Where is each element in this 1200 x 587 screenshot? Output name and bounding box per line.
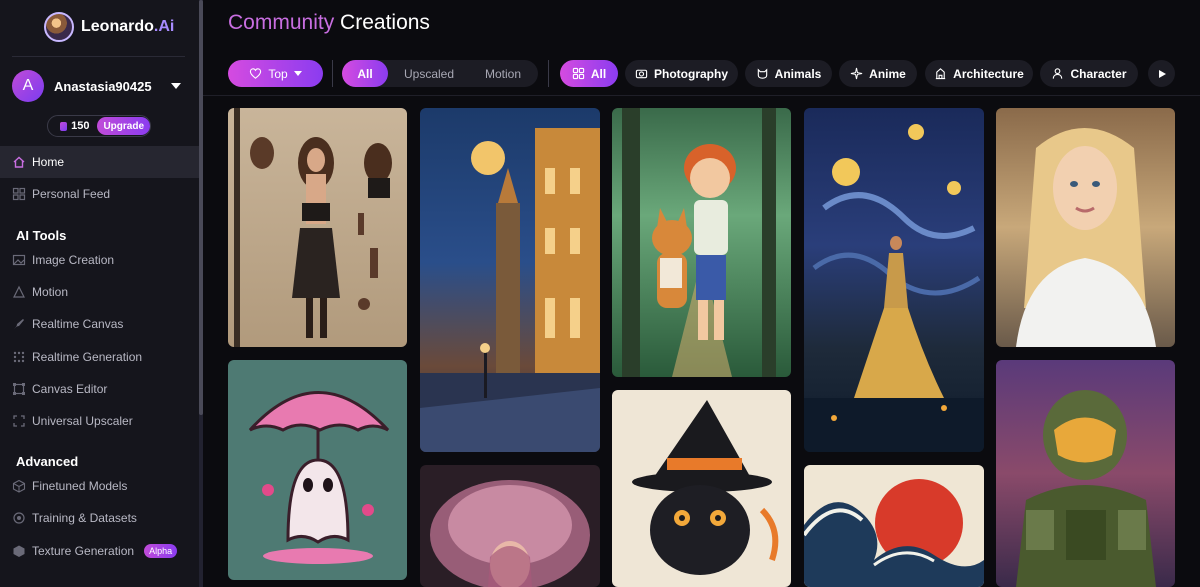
image-blonde-portrait (1016, 128, 1156, 347)
image-character-sheet (234, 108, 392, 347)
image-card[interactable] (612, 390, 791, 587)
type-filter-motion[interactable]: Motion (485, 60, 521, 87)
image-card[interactable] (612, 108, 791, 377)
sidebar-item-label: Motion (32, 285, 69, 299)
category-label: Anime (869, 66, 906, 81)
category-photography[interactable]: Photography (625, 60, 738, 87)
sidebar-item-label: Finetuned Models (32, 479, 128, 493)
upscale-icon (12, 414, 26, 428)
sidebar-item-label: Image Creation (32, 253, 115, 267)
image-witch-cat (632, 400, 779, 575)
user-name: Anastasia90425 (54, 78, 152, 94)
canvas-icon (12, 382, 26, 396)
category-label: Architecture (953, 66, 1024, 81)
sidebar-item-training-datasets[interactable]: Training & Datasets (0, 502, 199, 534)
heart-icon (250, 68, 262, 79)
sidebar-item-motion[interactable]: Motion (0, 276, 199, 308)
image-jellyfish-woman (430, 480, 590, 587)
cube-icon (12, 479, 26, 493)
grid-icon (12, 187, 26, 201)
category-character[interactable]: Character (1040, 60, 1138, 87)
section-title-ai-tools: AI Tools (16, 228, 67, 243)
sidebar-item-finetuned-models[interactable]: Finetuned Models (0, 470, 199, 502)
sidebar-item-canvas-editor[interactable]: Canvas Editor (0, 373, 199, 405)
token-icon (60, 121, 68, 131)
brand-name: Leonardo.Ai (81, 18, 175, 35)
divider (548, 60, 549, 87)
image-dancing-woman (804, 124, 984, 452)
sidebar-item-realtime-generation[interactable]: Realtime Generation (0, 341, 199, 373)
chevron-down-icon[interactable] (171, 83, 181, 89)
sort-dropdown[interactable]: Top (228, 60, 323, 87)
sidebar-item-image-creation[interactable]: Image Creation (0, 244, 199, 276)
avatar: A (12, 70, 44, 102)
image-pink-ghost (248, 391, 390, 564)
category-label: Character (1070, 66, 1127, 81)
category-label: Photography (654, 66, 728, 81)
image-starry-city (420, 128, 600, 452)
sidebar-item-label: Realtime Canvas (32, 317, 124, 331)
sidebar-item-home[interactable]: Home (0, 146, 199, 178)
sidebar-item-label: Home (32, 155, 65, 169)
logo-icon (44, 12, 74, 42)
image-card[interactable] (804, 108, 984, 452)
divider (12, 56, 185, 57)
dots-grid-icon (12, 350, 26, 364)
texture-icon (12, 544, 26, 558)
image-card[interactable] (996, 108, 1175, 347)
dataset-icon (12, 511, 26, 525)
play-icon (1158, 69, 1166, 78)
image-armored-soldier (1016, 390, 1156, 587)
sidebar-item-texture-generation[interactable]: Texture Generation Alpha (0, 535, 199, 567)
section-title-advanced: Advanced (16, 454, 79, 469)
sidebar-item-label: Training & Datasets (32, 511, 137, 525)
image-card[interactable] (420, 108, 600, 452)
image-icon (12, 253, 26, 267)
image-card[interactable] (996, 360, 1175, 587)
image-card[interactable] (228, 108, 407, 347)
sidebar-item-label: Texture Generation (32, 544, 135, 558)
type-filter-all[interactable]: All (342, 60, 388, 87)
category-anime[interactable]: Anime (839, 60, 917, 87)
type-filter-upscaled[interactable]: Upscaled (404, 60, 454, 87)
type-filter-label: All (357, 66, 373, 81)
image-wave-sun (804, 479, 984, 587)
motion-icon (12, 285, 26, 299)
token-balance: 150 Upgrade (47, 115, 151, 137)
scroll-right-button[interactable] (1148, 60, 1175, 87)
sort-label: Top (268, 66, 288, 81)
sidebar-item-label: Canvas Editor (32, 382, 108, 396)
page-title: Community Creations (228, 11, 430, 34)
divider (332, 60, 333, 87)
alpha-badge: Alpha (144, 544, 178, 558)
category-animals[interactable]: Animals (745, 60, 832, 87)
category-architecture[interactable]: Architecture (925, 60, 1033, 87)
image-card[interactable] (804, 465, 984, 587)
upgrade-button[interactable]: Upgrade (97, 117, 150, 135)
token-count: 150 (71, 120, 90, 132)
sparkle-icon (850, 67, 863, 80)
chevron-down-icon (293, 71, 302, 76)
sidebar-item-label: Realtime Generation (32, 350, 143, 364)
sidebar-item-universal-upscaler[interactable]: Universal Upscaler (0, 405, 199, 437)
grid-icon (572, 67, 584, 80)
category-label: Animals (774, 66, 822, 81)
brand-logo[interactable]: Leonardo.Ai (44, 12, 174, 42)
person-icon (1053, 68, 1063, 79)
category-all[interactable]: All (560, 60, 618, 87)
image-boy-corgi (622, 108, 776, 377)
brush-icon (12, 317, 26, 331)
sidebar-item-label: Universal Upscaler (32, 414, 133, 428)
image-card[interactable] (228, 360, 407, 580)
camera-icon (635, 69, 648, 79)
image-card[interactable] (420, 465, 600, 587)
sidebar-item-label: Personal Feed (32, 187, 111, 201)
user-menu[interactable]: A Anastasia90425 (12, 70, 187, 102)
animal-icon (757, 68, 767, 79)
sidebar-item-realtime-canvas[interactable]: Realtime Canvas (0, 308, 199, 340)
sidebar-item-personal-feed[interactable]: Personal Feed (0, 178, 199, 210)
category-label: All (590, 66, 607, 81)
home-icon (12, 155, 26, 169)
building-icon (936, 68, 946, 80)
